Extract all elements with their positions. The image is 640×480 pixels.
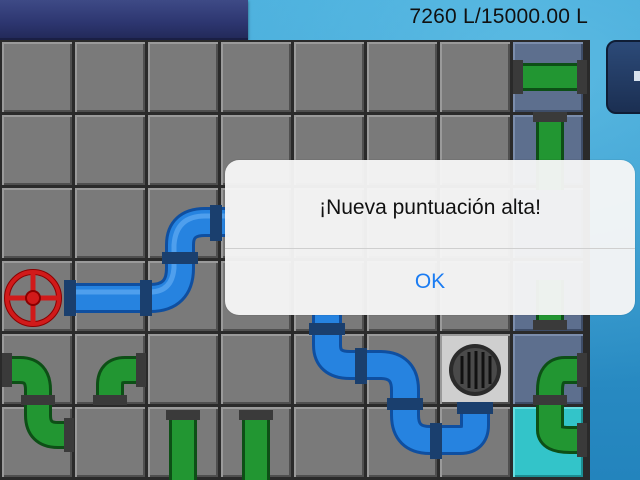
dialog-message: ¡Nueva puntuación alta! <box>319 196 541 219</box>
alert-overlay: ¡Nueva puntuación alta! OK <box>0 0 640 480</box>
high-score-dialog: ¡Nueva puntuación alta! OK <box>225 160 635 315</box>
ok-button[interactable]: OK <box>225 249 635 315</box>
